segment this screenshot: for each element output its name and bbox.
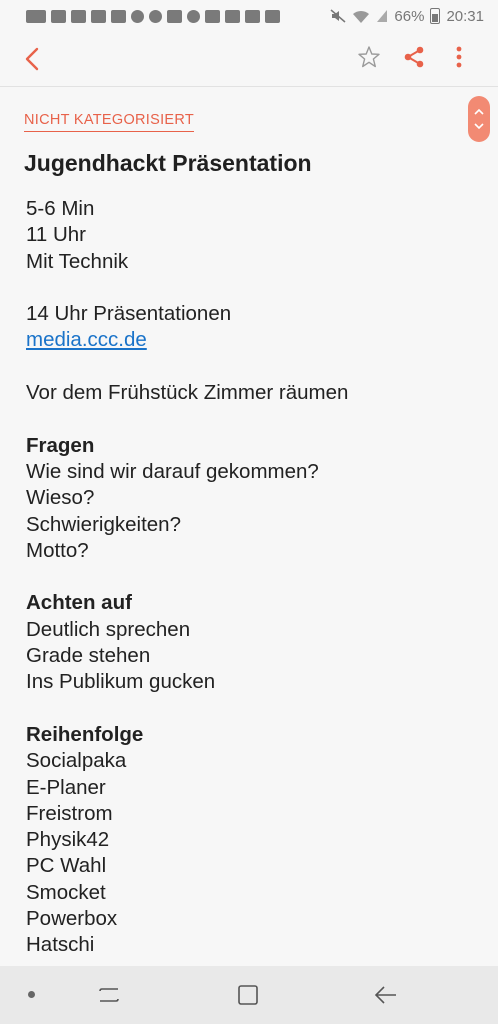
calendar-icon [91, 9, 106, 23]
note-line [26, 696, 466, 722]
section-heading: Reihenfolge [26, 722, 144, 746]
note-line: Mit Technik [26, 249, 129, 273]
youtube-icon-2 [225, 9, 240, 23]
note-line: 5-6 Min [26, 197, 95, 220]
youtube-icon-3 [245, 9, 260, 23]
mail-icon [71, 9, 86, 23]
app-bar-divider [0, 86, 498, 87]
note-line: E-Planer [26, 775, 106, 799]
recent-apps-icon[interactable] [96, 982, 122, 1008]
back-arrow-icon[interactable] [18, 44, 48, 74]
note-line: PC Wahl [26, 854, 107, 878]
more-vertical-icon[interactable] [446, 44, 472, 70]
chat-icon [26, 9, 46, 23]
signal-icon [377, 10, 388, 22]
note-body[interactable]: 5-6 Min 11 Uhr Mit Technik 14 Uhr Präsentat… [26, 196, 466, 959]
note-line: Grade stehen [26, 644, 151, 668]
sync-icon [149, 9, 162, 23]
notification-icons [26, 9, 280, 23]
back-icon[interactable] [372, 982, 400, 1008]
note-line: Schwierigkeiten? [26, 512, 181, 536]
note-line: Wieso? [26, 486, 95, 510]
section-heading: Achten auf [26, 591, 132, 615]
youtube-icon-1 [205, 9, 220, 23]
mute-icon [330, 9, 346, 23]
note-line: Physik42 [26, 828, 110, 852]
note-line: Smocket [26, 880, 106, 904]
note-title[interactable]: Jugendhackt Präsentation [24, 150, 312, 177]
navigation-bar [0, 966, 498, 1024]
home-icon[interactable] [236, 982, 260, 1008]
category-label[interactable]: NICHT KATEGORISIERT [24, 112, 195, 132]
note-line: Wie sind wir darauf gekommen? [26, 459, 319, 483]
system-icons: 66% 20:31 [330, 8, 484, 25]
note-line: 11 Uhr [26, 223, 87, 247]
battery-percent: 66% [394, 7, 425, 25]
twitter-icon [167, 9, 182, 23]
app-bar [0, 32, 498, 86]
note-line [26, 275, 466, 301]
scroll-arrows-icon [474, 108, 484, 130]
note-line: Vor dem Frühstück Zimmer räumen [26, 381, 349, 405]
note-line: Motto? [26, 538, 89, 562]
share-icon[interactable] [401, 44, 427, 70]
facebook-icon [51, 9, 66, 23]
scroll-handle[interactable] [468, 96, 490, 142]
at-icon [187, 9, 200, 23]
clock: 20:31 [446, 7, 484, 25]
wifi-icon [353, 10, 370, 23]
status-bar: 66% 20:31 [0, 0, 498, 32]
note-line [26, 564, 466, 590]
note-line: Ins Publikum gucken [26, 670, 216, 694]
note-line [26, 354, 466, 380]
note-line [26, 406, 466, 432]
gallery-icon [111, 9, 126, 23]
youtube-icon-4 [265, 9, 280, 23]
battery-icon [430, 8, 441, 24]
heart-icon [131, 9, 144, 23]
nav-dot-icon[interactable] [28, 991, 35, 998]
note-line: Deutlich sprechen [26, 617, 191, 641]
star-outline-icon[interactable] [356, 44, 382, 70]
note-line: Freistrom [26, 801, 113, 825]
note-link[interactable]: media.ccc.de [26, 327, 466, 353]
note-line: Powerbox [26, 907, 118, 931]
note-line: 14 Uhr Präsentationen [26, 302, 232, 326]
note-line: Socialpaka [26, 749, 127, 773]
section-heading: Fragen [26, 433, 95, 457]
